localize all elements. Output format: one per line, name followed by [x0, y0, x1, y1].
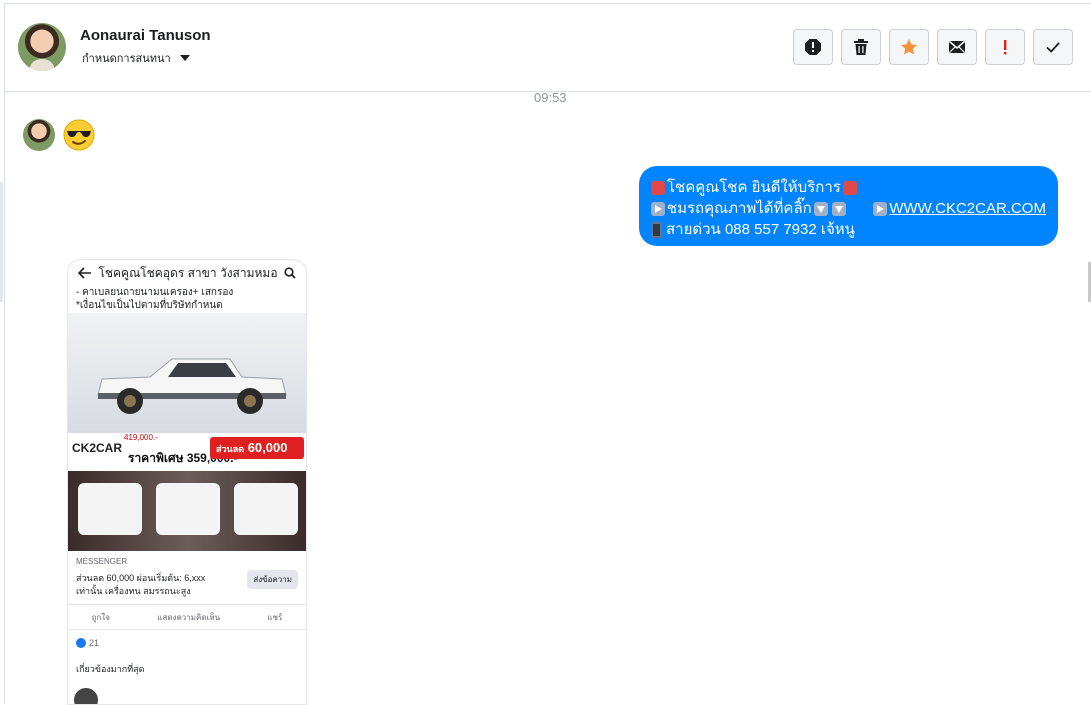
sunglasses-emoji-icon: [63, 119, 95, 151]
back-arrow-icon: [78, 267, 91, 279]
play-button-icon: [873, 201, 888, 216]
source-label: MESSENGER: [76, 557, 128, 566]
red-star-icon: [651, 180, 665, 195]
shared-page-title: โชคคูณโชคอุดร สาขา วังสามหมอ: [98, 265, 278, 280]
most-relevant-sort: เกี่ยวข้องมากที่สุด: [76, 664, 145, 674]
down-arrow-icon: [813, 201, 828, 216]
shared-line-b: *เงื่อนไขเป็นไปตามที่บริษัทกำหนด: [76, 300, 223, 311]
message-timestamp: 09:53: [534, 90, 567, 105]
send-message-button: ส่งข้อความ: [247, 570, 298, 589]
delete-button[interactable]: [841, 29, 881, 65]
discount-tag: ส่วนลด: [216, 444, 245, 454]
play-button-icon: [651, 201, 665, 216]
website-link[interactable]: WWW.CKC2CAR.COM: [889, 198, 1046, 219]
truck-rear-photo: [156, 483, 220, 535]
down-arrow-icon: [831, 201, 846, 216]
description-line-2: เท่านั้น เครื่องทน สมรรถนะสูง: [76, 586, 191, 596]
left-edge-divider: [0, 182, 3, 302]
message-line-2: ชมรถคุณภาพได้ที่คลิ๊ก WWW.CKC2CAR.COM: [651, 198, 1046, 219]
report-spam-button[interactable]: [793, 29, 833, 65]
shared-image-topbar: โชคคูณโชคอุดร สาขา วังสามหมอ: [68, 260, 306, 286]
like-thumb-icon: [76, 638, 86, 648]
reaction-bar: ถูกใจ แสดงความคิดเห็น แชร์: [68, 604, 306, 630]
header-actions: [793, 29, 1073, 65]
conversation-header: Aonaurai Tanuson กำหนดการสนทนา: [5, 4, 1091, 92]
like-count: 21: [76, 638, 99, 648]
comment-action: แสดงความคิดเห็น: [157, 612, 221, 622]
star-button[interactable]: [889, 29, 929, 65]
like-action: ถูกใจ: [91, 612, 110, 622]
price-strip: CK2CAR 419,000.- ราคาพิเศษ 359,000.- ส่ว…: [68, 433, 306, 471]
shared-image-attachment[interactable]: โชคคูณโชคอุดร สาขา วังสามหมอ - คาเบลยนถา…: [67, 259, 307, 705]
pickup-truck-illustration: [97, 358, 287, 414]
message-line-1-text: โชคคูณโชค ยินดีให้บริการ: [667, 179, 841, 196]
shared-line-a: - คาเบลยนถายนามนเครอง+ เสกรอง: [76, 287, 234, 298]
commenter-avatar: [74, 688, 98, 704]
old-price: 419,000.-: [124, 433, 158, 442]
envelope-icon: [949, 40, 965, 53]
checkmark-icon: [1046, 42, 1060, 53]
message-line-3: สายด่วน 088 557 7932 เจ้หนู: [651, 219, 1046, 240]
car-promo-banner: CK2CAR 419,000.- ราคาพิเศษ 359,000.- ส่ว…: [68, 313, 306, 551]
message-line-3-text: สายด่วน 088 557 7932 เจ้หนู: [666, 221, 855, 238]
truck-angle-photo: [234, 483, 298, 535]
truck-front-photo: [78, 483, 142, 535]
contact-avatar[interactable]: [18, 23, 66, 71]
share-action: แชร์: [267, 612, 283, 622]
brand-logo-text: CK2CAR: [72, 441, 123, 455]
trash-icon: [854, 39, 868, 55]
red-star-icon: [842, 180, 857, 195]
exclamation-icon: [1004, 40, 1007, 55]
discount-badge: ส่วนลด 60,000: [210, 437, 304, 459]
description-line-1: ส่วนลด 60,000 ผ่อนเริ่มต้น: 6,xxx: [76, 573, 206, 583]
mark-unread-button[interactable]: [937, 29, 977, 65]
like-count-value: 21: [89, 638, 100, 648]
search-icon: [284, 267, 296, 279]
outgoing-message-bubble[interactable]: โชคคูณโชค ยินดีให้บริการ ชมรถคุณภาพได้ที…: [639, 166, 1058, 246]
conversation-options-dropdown[interactable]: กำหนดการสนทนา: [82, 49, 190, 67]
truck-photo-collage: [68, 471, 306, 551]
discount-amount: 60,000: [247, 440, 288, 455]
conversation-options-label: กำหนดการสนทนา: [82, 53, 171, 65]
important-button[interactable]: [985, 29, 1025, 65]
star-icon: [901, 39, 917, 55]
message-line-1: โชคคูณโชค ยินดีให้บริการ: [651, 177, 1046, 198]
messenger-conversation-panel: Aonaurai Tanuson กำหนดการสนทนา 09:53 โชค…: [0, 3, 1091, 705]
sender-avatar[interactable]: [23, 119, 55, 151]
report-spam-icon: [805, 39, 821, 55]
message-line-2-text: ชมรถคุณภาพได้ที่คลิ๊ก: [666, 200, 812, 217]
mobile-phone-icon: [651, 221, 662, 238]
mark-done-button[interactable]: [1033, 29, 1073, 65]
contact-name[interactable]: Aonaurai Tanuson: [80, 27, 211, 44]
caret-down-icon: [179, 55, 190, 61]
